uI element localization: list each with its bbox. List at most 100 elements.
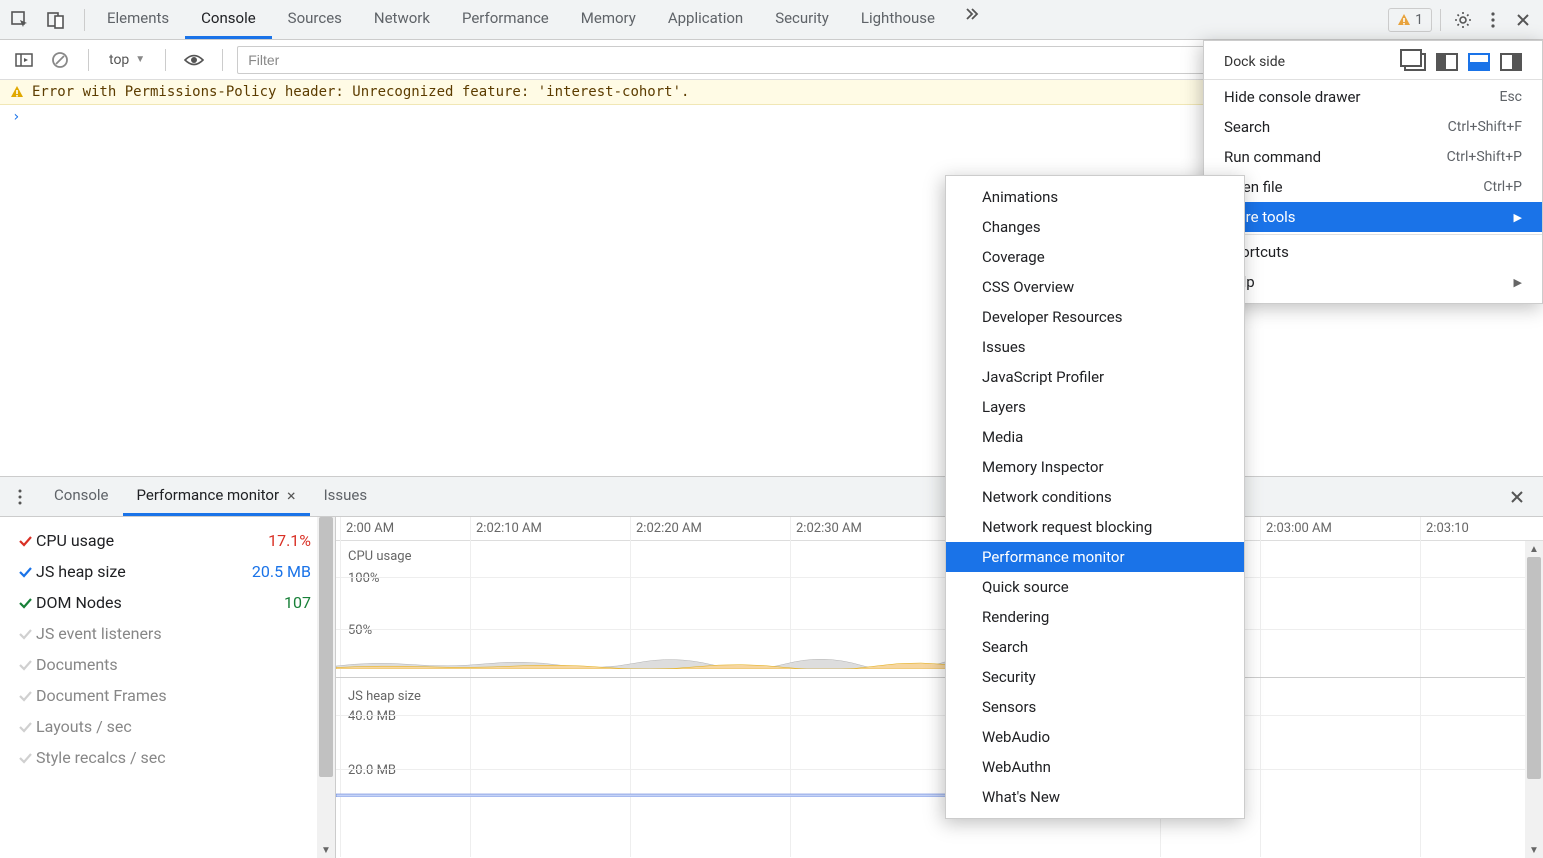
tab-elements[interactable]: Elements — [91, 0, 185, 39]
menu-search[interactable]: Search Ctrl+Shift+F — [1204, 112, 1542, 142]
issues-badge[interactable]: 1 — [1388, 8, 1432, 32]
menu-shortcut: Ctrl+Shift+P — [1447, 149, 1522, 165]
metrics-sidebar: CPU usage17.1%JS heap size20.5 MBDOM Nod… — [0, 517, 336, 858]
submenu-item[interactable]: Security — [946, 662, 1244, 692]
context-selector[interactable]: top ▼ — [103, 52, 151, 68]
submenu-item[interactable]: Coverage — [946, 242, 1244, 272]
drawer-tab-console[interactable]: Console — [40, 477, 123, 516]
drawer-tab-issues[interactable]: Issues — [310, 477, 382, 516]
scroll-up-icon[interactable]: ▲ — [1525, 541, 1543, 557]
submenu-item[interactable]: Media — [946, 422, 1244, 452]
submenu-item[interactable]: Rendering — [946, 602, 1244, 632]
submenu-item[interactable]: Network request blocking — [946, 512, 1244, 542]
submenu-item[interactable]: What's New — [946, 782, 1244, 812]
live-expression-icon[interactable] — [180, 46, 208, 74]
tab-application[interactable]: Application — [652, 0, 759, 39]
dock-undock-icon[interactable] — [1404, 53, 1426, 71]
scrollbar[interactable]: ▲ ▼ — [1525, 541, 1543, 858]
submenu-item[interactable]: Performance monitor — [946, 542, 1244, 572]
caret-down-icon: ▼ — [135, 54, 145, 65]
submenu-item[interactable]: JavaScript Profiler — [946, 362, 1244, 392]
time-tick: 2:02:10 AM — [476, 521, 542, 536]
tab-security[interactable]: Security — [759, 0, 845, 39]
kebab-dropdown: Dock side Hide console drawer Esc Search… — [1203, 40, 1543, 304]
cpu-chart-label: CPU usage — [348, 549, 411, 564]
metric-row[interactable]: DOM Nodes107 — [14, 587, 311, 618]
metric-name: CPU usage — [36, 531, 268, 550]
time-tick: 2:00 AM — [346, 521, 394, 536]
metric-name: Document Frames — [36, 686, 311, 705]
dock-right-icon[interactable] — [1500, 53, 1522, 71]
metric-row[interactable]: Documents — [14, 649, 311, 680]
close-devtools-icon[interactable] — [1509, 6, 1537, 34]
menu-more-tools[interactable]: More tools ▶ — [1204, 202, 1542, 232]
settings-gear-icon[interactable] — [1449, 6, 1477, 34]
check-icon — [14, 719, 36, 735]
more-tabs-icon[interactable] — [957, 0, 985, 28]
timeline-strip: 2:00 AM 2:02:10 AM 2:02:20 AM 2:02:30 AM… — [336, 517, 1543, 541]
submenu-item[interactable]: Sensors — [946, 692, 1244, 722]
drawer-kebab-icon[interactable] — [6, 483, 34, 511]
submenu-item[interactable]: Animations — [946, 182, 1244, 212]
check-icon — [14, 657, 36, 673]
menu-shortcuts[interactable]: Shortcuts — [1204, 237, 1542, 267]
menu-run-command[interactable]: Run command Ctrl+Shift+P — [1204, 142, 1542, 172]
menu-shortcut: Ctrl+P — [1483, 179, 1522, 195]
tab-sources[interactable]: Sources — [272, 0, 358, 39]
more-tools-submenu: AnimationsChangesCoverageCSS OverviewDev… — [945, 175, 1245, 819]
devtools-topbar: Elements Console Sources Network Perform… — [0, 0, 1543, 40]
scroll-down-icon[interactable]: ▼ — [1525, 842, 1543, 858]
submenu-item[interactable]: Search — [946, 632, 1244, 662]
device-toolbar-icon[interactable] — [42, 6, 70, 34]
tab-lighthouse[interactable]: Lighthouse — [845, 0, 951, 39]
metric-row[interactable]: Document Frames — [14, 680, 311, 711]
metric-value: 20.5 MB — [252, 562, 311, 581]
kebab-menu-icon[interactable] — [1479, 6, 1507, 34]
submenu-arrow-icon: ▶ — [1514, 276, 1522, 289]
metric-row[interactable]: CPU usage17.1% — [14, 525, 311, 556]
tab-console[interactable]: Console — [185, 0, 272, 39]
submenu-item[interactable]: Issues — [946, 332, 1244, 362]
scrollbar-thumb[interactable] — [1527, 557, 1541, 779]
sidebar-toggle-icon[interactable] — [10, 46, 38, 74]
metric-row[interactable]: JS heap size20.5 MB — [14, 556, 311, 587]
scroll-down-icon[interactable]: ▼ — [317, 842, 335, 858]
submenu-item[interactable]: Changes — [946, 212, 1244, 242]
menu-open-file[interactable]: Open file Ctrl+P — [1204, 172, 1542, 202]
close-drawer-icon[interactable] — [1503, 483, 1531, 511]
submenu-item[interactable]: Memory Inspector — [946, 452, 1244, 482]
dock-left-icon[interactable] — [1436, 53, 1458, 71]
clear-console-icon[interactable] — [46, 46, 74, 74]
warning-count: 1 — [1415, 12, 1423, 28]
dock-bottom-icon[interactable] — [1468, 53, 1490, 71]
inspect-element-icon[interactable] — [6, 6, 34, 34]
console-warning-text: Error with Permissions-Policy header: Un… — [32, 84, 689, 100]
metric-row[interactable]: Layouts / sec — [14, 711, 311, 742]
performance-chart: 2:00 AM 2:02:10 AM 2:02:20 AM 2:02:30 AM… — [336, 517, 1543, 858]
menu-hide-console-drawer[interactable]: Hide console drawer Esc — [1204, 82, 1542, 112]
scrollbar[interactable]: ▼ — [317, 517, 335, 842]
menu-help[interactable]: Help ▶ — [1204, 267, 1542, 297]
check-icon — [14, 688, 36, 704]
submenu-item[interactable]: CSS Overview — [946, 272, 1244, 302]
submenu-item[interactable]: Quick source — [946, 572, 1244, 602]
submenu-item[interactable]: WebAudio — [946, 722, 1244, 752]
drawer-tabbar: Console Performance monitor × Issues — [0, 477, 1543, 517]
tab-performance[interactable]: Performance — [446, 0, 565, 39]
submenu-item[interactable]: WebAuthn — [946, 752, 1244, 782]
time-tick: 2:02:20 AM — [636, 521, 702, 536]
metric-name: DOM Nodes — [36, 593, 284, 612]
submenu-item[interactable]: Network conditions — [946, 482, 1244, 512]
metric-row[interactable]: Style recalcs / sec — [14, 742, 311, 773]
close-tab-icon[interactable]: × — [287, 486, 296, 505]
drawer-tab-performance-monitor[interactable]: Performance monitor × — [123, 477, 310, 516]
drawer-tab-label: Performance monitor — [137, 486, 280, 504]
tab-network[interactable]: Network — [358, 0, 446, 39]
tab-memory[interactable]: Memory — [565, 0, 652, 39]
submenu-item[interactable]: Layers — [946, 392, 1244, 422]
metric-row[interactable]: JS event listeners — [14, 618, 311, 649]
cpu-50-label: 50% — [348, 623, 372, 638]
menu-label: Hide console drawer — [1224, 88, 1361, 106]
scrollbar-thumb[interactable] — [319, 517, 333, 777]
submenu-item[interactable]: Developer Resources — [946, 302, 1244, 332]
